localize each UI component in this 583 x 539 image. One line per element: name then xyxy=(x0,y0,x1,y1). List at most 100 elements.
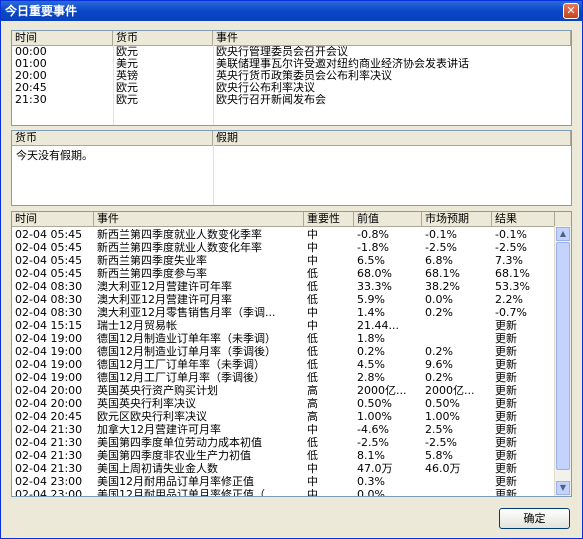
data-cell: -0.7% xyxy=(495,307,527,319)
vertical-scrollbar[interactable]: ▲ ▼ xyxy=(554,226,571,496)
data-row[interactable]: 02-04 05:45 新西兰第四季度就业人数变化季率 中 -0.8% -0.1% -0.… xyxy=(12,229,555,241)
data-cell: 02-04 21:30 xyxy=(15,437,83,449)
data-cell: -4.6% xyxy=(357,424,389,436)
close-icon: ✕ xyxy=(566,4,576,17)
data-cell: 低 xyxy=(307,450,318,462)
col-header-holiday[interactable]: 假期 xyxy=(213,131,571,145)
close-button[interactable]: ✕ xyxy=(563,3,579,19)
event-cell: 20:00 xyxy=(15,70,47,82)
event-row[interactable]: 00:00 欧元 欧央行管理委员会召开会议 xyxy=(12,46,571,58)
data-cell: 02-04 21:30 xyxy=(15,424,83,436)
data-cell: -2.5% xyxy=(357,437,389,449)
data-row[interactable]: 02-04 21:30 美国第四季度单位劳动力成本初值 低 -2.5% -2.5% 更新 xyxy=(12,437,555,449)
data-row[interactable]: 02-04 20:45 欧元区欧央行利率决议 高 1.00% 1.00% 更新 xyxy=(12,411,555,423)
data-cell: 中 xyxy=(307,242,318,254)
data-row[interactable]: 02-04 23:00 美国12月耐用品订单月率修正值 中 0.3% 更新 xyxy=(12,476,555,488)
col-header-time[interactable]: 时间 xyxy=(12,212,94,226)
data-cell: 中 xyxy=(307,320,318,332)
event-cell: 欧央行管理委员会召开会议 xyxy=(216,46,348,58)
scroll-down-icon[interactable]: ▼ xyxy=(556,481,570,495)
data-cell: 更新 xyxy=(495,450,517,462)
data-cell: 英国英央行资产购买计划 xyxy=(97,385,218,397)
data-cell: 02-04 21:30 xyxy=(15,450,83,462)
data-cell: 02-04 08:30 xyxy=(15,307,83,319)
data-cell: 中 xyxy=(307,255,318,267)
event-row[interactable]: 20:00 英镑 英央行货币政策委员会公布利率决议 xyxy=(12,70,571,82)
data-cell: 低 xyxy=(307,333,318,345)
title-bar[interactable]: 今日重要事件 ✕ xyxy=(1,1,582,21)
event-row[interactable]: 21:30 欧元 欧央行召开新闻发布会 xyxy=(12,94,571,106)
data-row[interactable]: 02-04 23:00 美国12月耐用品订单月率修正值（... 中 0.0% 更新 xyxy=(12,489,555,496)
col-header-time[interactable]: 时间 xyxy=(12,31,113,45)
data-cell: 更新 xyxy=(495,346,517,358)
data-row[interactable]: 02-04 05:45 新西兰第四季度参与率 低 68.0% 68.1% 68.1% xyxy=(12,268,555,280)
data-cell: 4.5% xyxy=(357,359,385,371)
scroll-thumb[interactable] xyxy=(556,242,570,470)
col-header-event[interactable]: 事件 xyxy=(94,212,304,226)
data-cell: 02-04 20:45 xyxy=(15,411,83,423)
economic-data-list[interactable]: 时间 事件 重要性 前值 市场预期 结果 02-04 05:45 新西兰第四季度就… xyxy=(11,211,572,497)
data-row[interactable]: 02-04 21:30 美国第四季度非农业生产力初值 低 8.1% 5.8% 更新 xyxy=(12,450,555,462)
data-cell: 53.3% xyxy=(495,281,530,293)
data-cell: 新西兰第四季度失业率 xyxy=(97,255,207,267)
col-header-importance[interactable]: 重要性 xyxy=(304,212,354,226)
ok-button[interactable]: 确定 xyxy=(499,508,570,529)
data-cell: -1.8% xyxy=(357,242,389,254)
data-row[interactable]: 02-04 08:30 澳大利亚12月营建许可月率 低 5.9% 0.0% 2.2% xyxy=(12,294,555,306)
data-cell: 中 xyxy=(307,424,318,436)
data-row[interactable]: 02-04 21:30 加拿大12月营建许可月率 中 -4.6% 2.5% 更新 xyxy=(12,424,555,436)
data-row[interactable]: 02-04 08:30 澳大利亚12月零售销售月率（季调... 中 1.4% 0.2% -… xyxy=(12,307,555,319)
data-row[interactable]: 02-04 15:15 瑞士12月贸易帐 中 21.44... 更新 xyxy=(12,320,555,332)
data-cell: 02-04 19:00 xyxy=(15,372,83,384)
data-cell: 更新 xyxy=(495,476,517,488)
col-header-event[interactable]: 事件 xyxy=(213,31,571,45)
data-cell: 0.0% xyxy=(357,489,385,496)
data-cell: 02-04 15:15 xyxy=(15,320,83,332)
data-cell: 7.3% xyxy=(495,255,523,267)
data-row[interactable]: 02-04 05:45 新西兰第四季度失业率 中 6.5% 6.8% 7.3% xyxy=(12,255,555,267)
event-row[interactable]: 20:45 欧元 欧央行公布利率决议 xyxy=(12,82,571,94)
data-cell: 02-04 19:00 xyxy=(15,333,83,345)
col-header-currency[interactable]: 货币 xyxy=(113,31,213,45)
data-cell: 低 xyxy=(307,372,318,384)
data-row[interactable]: 02-04 08:30 澳大利亚12月营建许可年率 低 33.3% 38.2% 53.3% xyxy=(12,281,555,293)
data-cell: 68.1% xyxy=(495,268,530,280)
event-cell: 英央行货币政策委员会公布利率决议 xyxy=(216,70,392,82)
data-row[interactable]: 02-04 19:00 德国12月制造业订单月率（季调後） 低 0.2% 0.2% 更新 xyxy=(12,346,555,358)
col-header-currency[interactable]: 货币 xyxy=(12,131,213,145)
data-cell: 更新 xyxy=(495,372,517,384)
col-header-forecast[interactable]: 市场预期 xyxy=(422,212,492,226)
event-cell: 美元 xyxy=(116,58,138,70)
data-row[interactable]: 02-04 05:45 新西兰第四季度就业人数变化年率 中 -1.8% -2.5% -2.… xyxy=(12,242,555,254)
data-cell: 68.1% xyxy=(425,268,460,280)
data-cell: 0.50% xyxy=(357,398,392,410)
holidays-list[interactable]: 货币 假期 今天没有假期。 xyxy=(11,130,572,206)
event-row[interactable]: 01:00 美元 美联储理事瓦尔许受邀对纽约商业经济协会发表讲话 xyxy=(12,58,571,70)
data-row[interactable]: 02-04 20:00 英国英央行资产购买计划 高 2000亿... 2000亿... 更… xyxy=(12,385,555,397)
events-list[interactable]: 时间 货币 事件 00:00 欧元 欧央行管理委员会召开会议 01:00 美元 美联储理事… xyxy=(11,30,572,126)
data-row[interactable]: 02-04 21:30 美国上周初请失业金人数 中 47.0万 46.0万 更新 xyxy=(12,463,555,475)
data-cell: 2.8% xyxy=(357,372,385,384)
scroll-up-icon[interactable]: ▲ xyxy=(556,227,570,241)
data-row[interactable]: 02-04 19:00 德国12月工厂订单月率（季调後） 低 2.8% 0.2% 更新 xyxy=(12,372,555,384)
data-cell: 更新 xyxy=(495,320,517,332)
data-cell: 02-04 08:30 xyxy=(15,281,83,293)
data-cell: 1.00% xyxy=(425,411,460,423)
data-cell: 6.8% xyxy=(425,255,453,267)
data-cell: 高 xyxy=(307,398,318,410)
col-header-result[interactable]: 结果 xyxy=(492,212,555,226)
data-cell: 英国英央行利率决议 xyxy=(97,398,196,410)
data-row[interactable]: 02-04 20:00 英国英央行利率决议 高 0.50% 0.50% 更新 xyxy=(12,398,555,410)
data-cell: 美国12月耐用品订单月率修正值 xyxy=(97,476,254,488)
data-cell: -0.1% xyxy=(425,229,457,241)
data-row[interactable]: 02-04 19:00 德国12月工厂订单年率（未季调） 低 4.5% 9.6% 更新 xyxy=(12,359,555,371)
event-cell: 欧元 xyxy=(116,82,138,94)
data-cell: 02-04 05:45 xyxy=(15,255,83,267)
data-cell: 02-04 21:30 xyxy=(15,463,83,475)
data-cell: 低 xyxy=(307,268,318,280)
data-row[interactable]: 02-04 19:00 德国12月制造业订单年率（未季调） 低 1.8% 更新 xyxy=(12,333,555,345)
data-cell: 澳大利亚12月营建许可月率 xyxy=(97,294,232,306)
data-cell: -0.8% xyxy=(357,229,389,241)
col-header-previous[interactable]: 前值 xyxy=(354,212,422,226)
data-header: 时间 事件 重要性 前值 市场预期 结果 xyxy=(12,212,571,227)
